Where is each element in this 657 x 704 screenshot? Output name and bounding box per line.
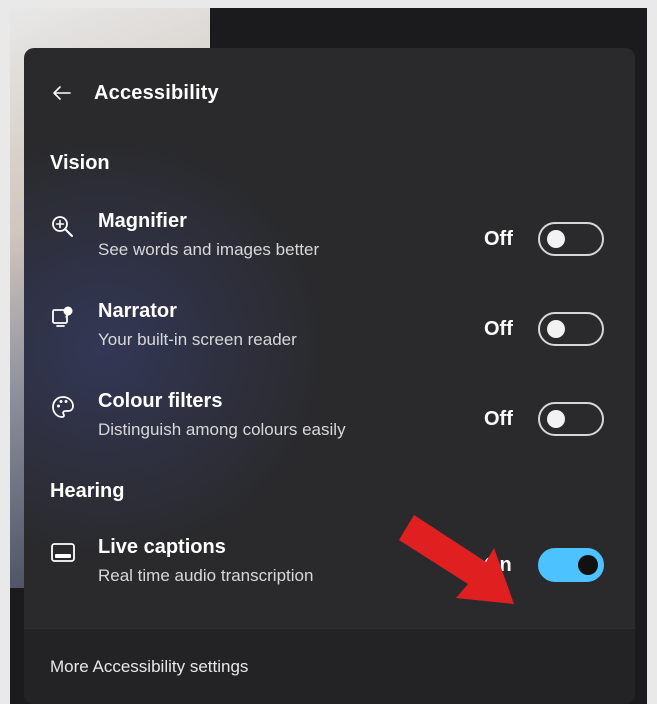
live-captions-title: Live captions <box>98 536 226 558</box>
live-captions-toggle[interactable] <box>538 548 604 582</box>
colour-filters-icon <box>50 394 76 420</box>
narrator-title: Narrator <box>98 300 177 322</box>
section-vision: Vision <box>50 152 110 174</box>
narrator-icon <box>50 304 76 330</box>
colour-filters-toggle[interactable] <box>538 402 604 436</box>
toggle-knob <box>578 555 598 575</box>
accessibility-flyout: Accessibility Vision Magnifier See words… <box>24 48 635 704</box>
narrator-toggle[interactable] <box>538 312 604 346</box>
magnifier-title: Magnifier <box>98 210 187 232</box>
row-magnifier: Magnifier See words and images better Of… <box>50 210 622 270</box>
screenshot-frame: Accessibility Vision Magnifier See words… <box>10 8 647 704</box>
magnifier-description: See words and images better <box>98 240 320 259</box>
arrow-left-icon[interactable] <box>50 81 74 105</box>
flyout-footer: More Accessibility settings <box>24 628 635 704</box>
toggle-knob <box>547 410 565 428</box>
magnifier-state: Off <box>484 228 513 250</box>
magnifier-icon <box>50 214 76 240</box>
colour-filters-title: Colour filters <box>98 390 223 412</box>
colour-filters-state: Off <box>484 408 513 430</box>
row-live-captions: Live captions Real time audio transcript… <box>50 536 622 596</box>
toggle-knob <box>547 230 565 248</box>
narrator-state: Off <box>484 318 513 340</box>
toggle-knob <box>547 320 565 338</box>
colour-filters-description: Distinguish among colours easily <box>98 420 346 439</box>
page-title: Accessibility <box>94 81 219 104</box>
magnifier-toggle[interactable] <box>538 222 604 256</box>
live-captions-icon <box>50 540 76 566</box>
live-captions-description: Real time audio transcription <box>98 566 314 585</box>
row-narrator: Narrator Your built-in screen reader Off <box>50 300 622 360</box>
row-colour-filters: Colour filters Distinguish among colours… <box>50 390 622 450</box>
annotation-arrow <box>399 515 514 604</box>
more-accessibility-settings-link[interactable]: More Accessibility settings <box>50 657 248 677</box>
flyout-header: Accessibility <box>50 78 219 108</box>
narrator-description: Your built-in screen reader <box>98 330 297 349</box>
section-hearing: Hearing <box>50 480 125 502</box>
